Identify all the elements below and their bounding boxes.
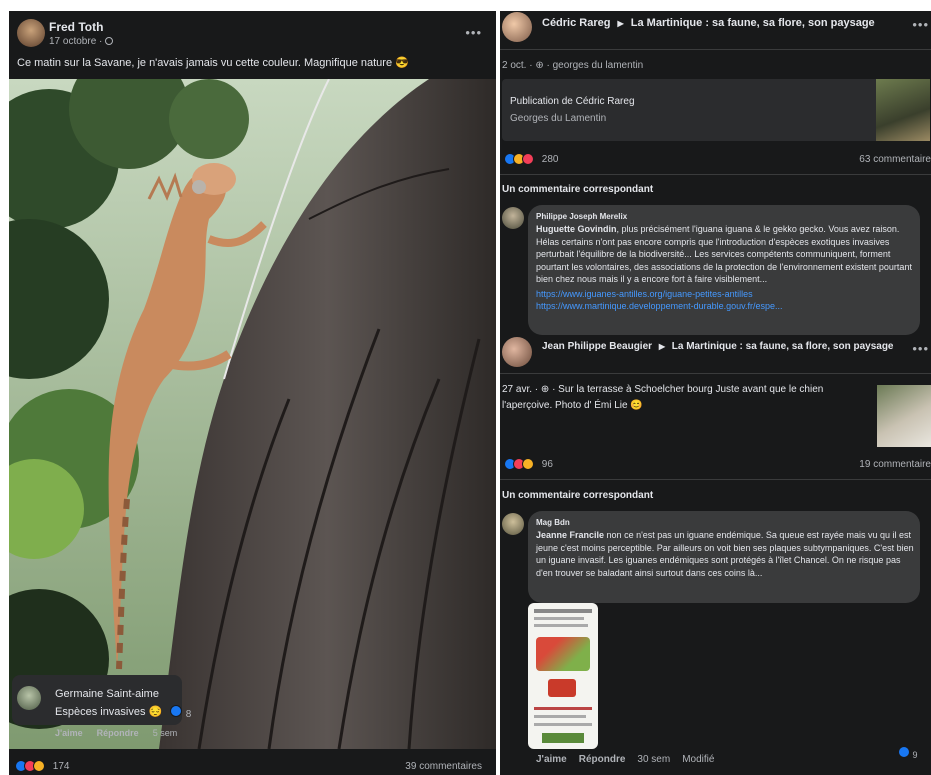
post-date[interactable]: 17 octobre · [49,36,114,47]
comment-actions: J'aime Répondre 5 sem [55,728,177,738]
shared-post-subtitle: Georges du Lamentin [510,113,607,124]
attachment-graphic [542,733,584,743]
divider [500,49,931,50]
more-options-icon[interactable]: ••• [912,341,929,356]
shared-post-title: Publication de Cédric Rareg [510,96,635,107]
love-icon [522,153,534,165]
comment-time: 30 sem [637,754,671,765]
author-avatar[interactable] [502,337,532,367]
comment-reaction-badge[interactable]: 9 [898,746,918,760]
attachment-graphic [548,679,576,697]
more-options-icon[interactable]: ••• [465,25,482,40]
result2-group[interactable]: La Martinique : sa faune, sa flore, son … [672,341,894,352]
wow-icon [522,458,534,470]
author-avatar[interactable] [502,12,532,42]
divider [500,174,931,175]
comment-attachment[interactable] [528,603,598,749]
shared-post-thumbnail [876,79,930,141]
arrow-right-icon: ▶ [658,342,665,351]
search-results: Cédric Rareg ▶ La Martinique : sa faune,… [500,11,931,775]
commenter-avatar[interactable] [17,686,41,710]
comment-like-button[interactable]: J'aime [55,728,83,738]
comment-body: Jeanne Francile non ce n'est pas un igua… [536,529,916,579]
result2-thumbnail[interactable] [877,385,931,447]
post-date-text: 17 octobre · [49,36,103,47]
comment-bubble: Mag Bdn Jeanne Francile non ce n'est pas… [528,511,920,603]
reactions-count: 174 [52,760,70,772]
comment-mention[interactable]: Huguette Govindin [536,224,617,234]
comment-link-1[interactable]: https://www.iguanes-antilles.org/iguane-… [536,288,914,301]
result1-group[interactable]: La Martinique : sa faune, sa flore, son … [631,17,875,29]
reaction-icons [504,153,534,165]
comment-reply-button[interactable]: Répondre [579,754,626,765]
result2-match-heading: Un commentaire correspondant [502,490,654,501]
comment-reaction-badge[interactable]: 8 [170,705,191,720]
comment-reaction-count: 9 [912,750,918,760]
more-options-icon[interactable]: ••• [912,17,929,32]
result2-reactions[interactable]: 96 [504,458,553,470]
attachment-line [534,723,592,726]
result2-header: Jean Philippe Beaugier ▶ La Martinique :… [542,341,894,352]
globe-icon [105,37,114,46]
comment-author[interactable]: Mag Bdn [536,518,570,527]
post-text: Ce matin sur la Savane, je n'avais jamai… [17,57,409,69]
like-icon [170,705,182,717]
shared-post-card[interactable]: Publication de Cédric Rareg Georges du L… [502,79,930,141]
comment-mention[interactable]: Jeanne Francile [536,530,604,540]
post-reactions[interactable]: 174 [15,760,69,772]
reaction-icons [504,458,534,470]
comment-time: 5 sem [152,728,178,738]
result1-match-heading: Un commentaire correspondant [502,184,654,195]
comment-edited: Modifié [682,754,715,765]
result1-meta: 2 oct. · ⊕ · georges du lamentin [502,60,644,71]
comments-count[interactable]: 39 commentaires [405,761,482,772]
comment-reply-button[interactable]: Répondre [97,728,139,738]
comment-bubble: Philippe Joseph Merelix Huguette Govindi… [528,205,920,335]
comment-actions: J'aime Répondre 30 sem Modifié [536,754,714,765]
attachment-line [534,624,588,627]
result1-header: Cédric Rareg ▶ La Martinique : sa faune,… [542,17,875,29]
reaction-icons [15,760,45,772]
result1-author[interactable]: Cédric Rareg [542,17,610,29]
comment-reaction-count: 8 [185,709,192,720]
comment-body: Huguette Govindin, plus précisément l'ig… [536,223,914,313]
result2-comments-count[interactable]: 19 commentaire [859,459,931,470]
attachment-line [534,707,592,710]
divider [500,373,931,374]
attachment-line [534,715,586,718]
commenter-avatar[interactable] [502,513,524,535]
attachment-line [534,609,592,613]
result1-reactions[interactable]: 280 [504,153,558,165]
result1-comments-count[interactable]: 63 commentaire [859,154,931,165]
iguana-photo[interactable] [9,79,496,749]
comment-author[interactable]: Germaine Saint-aime [55,688,159,700]
comment-author[interactable]: Philippe Joseph Merelix [536,212,627,221]
comment-text: Espèces invasives 😔 [55,706,163,718]
author-avatar[interactable] [17,19,45,47]
wow-icon [33,760,45,772]
iguana-photo-art [9,79,496,749]
result2-author[interactable]: Jean Philippe Beaugier [542,341,652,352]
attachment-graphic [536,637,590,671]
arrow-right-icon: ▶ [617,19,624,28]
reactions-count: 96 [541,458,553,470]
comment-link-2[interactable]: https://www.martinique.developpement-dur… [536,300,914,313]
like-icon [898,746,910,758]
comment-like-button[interactable]: J'aime [536,754,567,765]
reactions-count: 280 [541,153,559,165]
result2-meta-2: l'aperçoive. Photo d' Émi Lie 😊 [502,400,643,411]
divider [500,479,931,480]
attachment-line [534,617,584,620]
result2-meta-1: 27 avr. · ⊕ · Sur la terrasse à Schoelch… [502,384,824,395]
commenter-avatar[interactable] [502,207,524,229]
post-author[interactable]: Fred Toth [49,20,103,34]
left-post: Fred Toth 17 octobre · ••• Ce matin sur … [9,11,496,775]
